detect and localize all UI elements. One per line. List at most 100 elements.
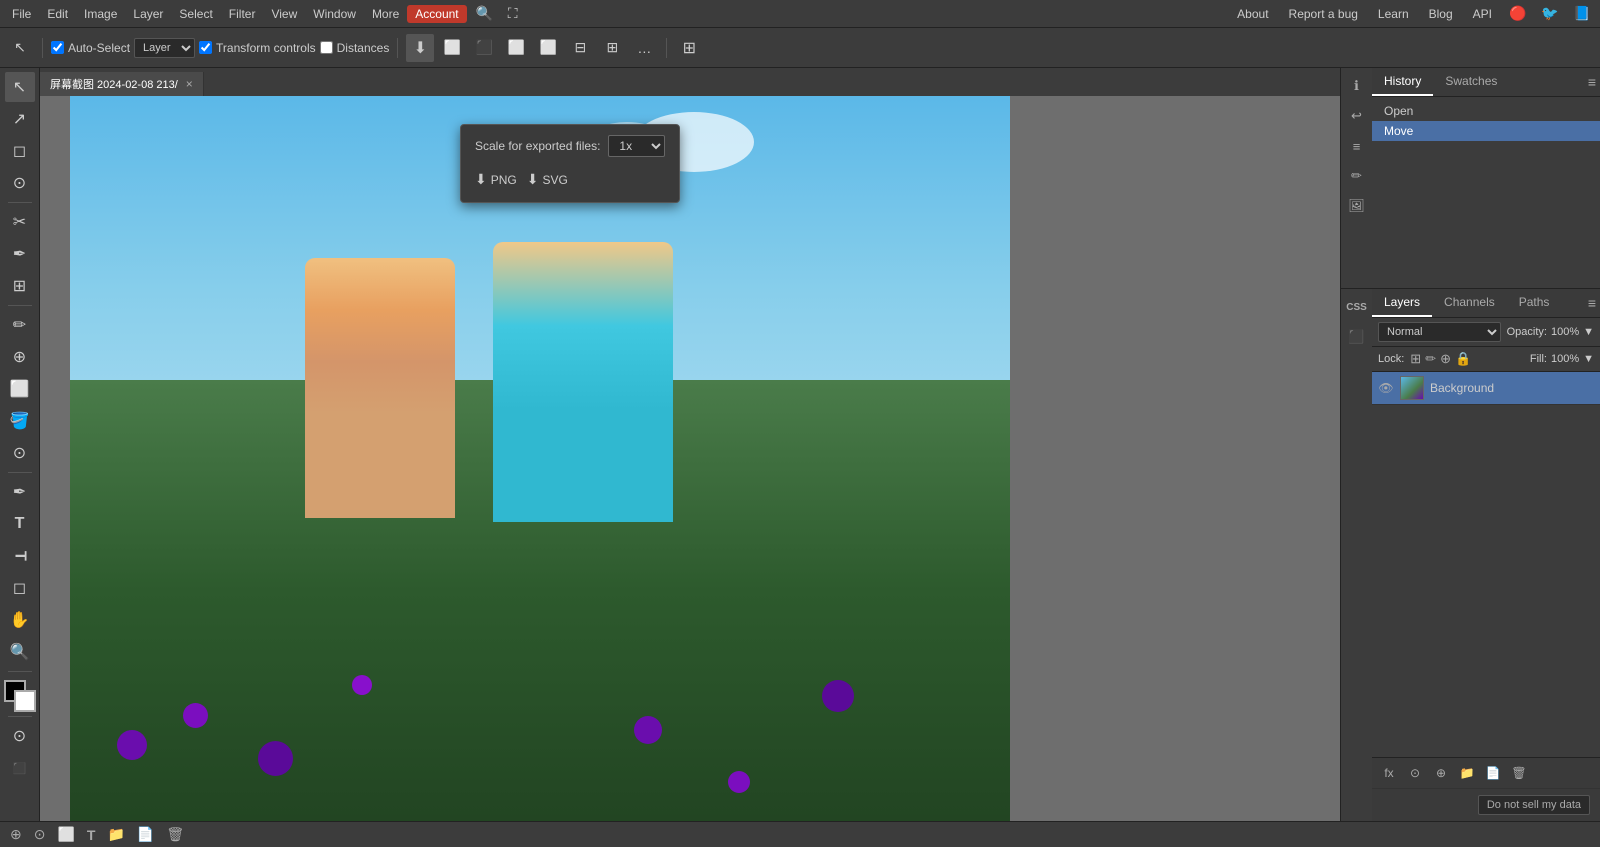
- search-icon[interactable]: 🔍: [471, 0, 499, 28]
- layer-new-btn[interactable]: 📄: [1482, 762, 1504, 784]
- tab-paths[interactable]: Paths: [1507, 289, 1562, 317]
- menu-item-layer[interactable]: Layer: [125, 5, 171, 23]
- menu-item-select[interactable]: Select: [171, 5, 220, 23]
- grid-view-btn[interactable]: ⊞: [675, 34, 703, 62]
- type-vertical-tool[interactable]: T: [5, 541, 35, 571]
- pen-tool[interactable]: ✒: [5, 477, 35, 507]
- opacity-value[interactable]: 100%: [1551, 326, 1579, 338]
- export-png-btn[interactable]: ⬇ PNG: [475, 167, 517, 192]
- export-download-btn[interactable]: ⬇: [406, 34, 434, 62]
- text-tool[interactable]: T: [5, 509, 35, 539]
- layer-visibility-icon[interactable]: 👁: [1378, 380, 1394, 396]
- menu-item-edit[interactable]: Edit: [39, 5, 76, 23]
- reddit-icon[interactable]: 🔴: [1504, 0, 1532, 28]
- move-tool-btn[interactable]: ↖: [6, 34, 34, 62]
- menu-item-file[interactable]: File: [4, 5, 39, 23]
- canvas-viewport[interactable]: Scale for exported files: 1x 0.5x 2x 3x …: [40, 96, 1340, 821]
- shape-tool[interactable]: ◻: [5, 573, 35, 603]
- export-scale-select[interactable]: 1x 0.5x 2x 3x: [608, 135, 665, 157]
- opacity-dropdown-icon[interactable]: ▼: [1583, 326, 1594, 338]
- history-icon-btn[interactable]: ↩: [1343, 102, 1371, 130]
- fill-tool[interactable]: 🪣: [5, 406, 35, 436]
- status-adjust-btn[interactable]: ⊕: [10, 826, 22, 843]
- layers-icon-btn[interactable]: ⬛: [1343, 323, 1371, 351]
- menu-item-api[interactable]: API: [1465, 5, 1500, 23]
- export-svg-btn[interactable]: ⬇ SVG: [527, 167, 568, 192]
- background-color[interactable]: [14, 690, 36, 712]
- facebook-icon[interactable]: 📘: [1568, 0, 1596, 28]
- lock-all-btn[interactable]: 🔒: [1455, 351, 1471, 367]
- align-right-btn[interactable]: ⬜: [502, 34, 530, 62]
- menu-item-image[interactable]: Image: [76, 5, 125, 23]
- history-item-move[interactable]: Move: [1372, 121, 1600, 141]
- menu-icon-btn[interactable]: ≡: [1343, 132, 1371, 160]
- eraser-tool[interactable]: ⬜: [5, 374, 35, 404]
- crop-tool[interactable]: ✂: [5, 207, 35, 237]
- menu-item-report-bug[interactable]: Report a bug: [1281, 5, 1366, 23]
- status-type-btn[interactable]: T: [87, 827, 96, 843]
- layer-adjustment-btn[interactable]: ⊕: [1430, 762, 1452, 784]
- maximize-icon[interactable]: ⛶: [499, 0, 527, 28]
- menu-item-window[interactable]: Window: [305, 5, 364, 23]
- color-swatches[interactable]: [4, 680, 36, 712]
- auto-select-checkbox[interactable]: [51, 41, 64, 54]
- layer-mask-btn[interactable]: ⊙: [1404, 762, 1426, 784]
- eyedropper-tool[interactable]: ✒: [5, 239, 35, 269]
- menu-item-more[interactable]: More: [364, 5, 407, 23]
- heal-tool[interactable]: ⊞: [5, 271, 35, 301]
- layer-folder-btn[interactable]: 📁: [1456, 762, 1478, 784]
- lock-transparent-btn[interactable]: ⊞: [1410, 351, 1421, 367]
- twitter-icon[interactable]: 🐦: [1536, 0, 1564, 28]
- clone-stamp-tool[interactable]: ⊕: [5, 342, 35, 372]
- transform-controls-checkbox[interactable]: [199, 41, 212, 54]
- select-tool[interactable]: ↗: [5, 104, 35, 134]
- menu-item-blog[interactable]: Blog: [1421, 5, 1461, 23]
- hand-tool[interactable]: ✋: [5, 605, 35, 635]
- status-folder-btn[interactable]: 📁: [107, 826, 124, 843]
- tab-layers[interactable]: Layers: [1372, 289, 1432, 317]
- menu-item-about[interactable]: About: [1229, 5, 1276, 23]
- status-new-btn[interactable]: 📄: [137, 826, 154, 843]
- lock-position-btn[interactable]: ⊕: [1440, 351, 1451, 367]
- status-delete-btn[interactable]: 🗑: [166, 826, 184, 843]
- layers-panel-menu-btn[interactable]: ≡: [1588, 295, 1596, 311]
- blend-mode-select[interactable]: Normal Multiply Screen Overlay: [1378, 322, 1501, 342]
- lasso-tool[interactable]: ⊙: [5, 168, 35, 198]
- zoom-tool[interactable]: 🔍: [5, 637, 35, 667]
- status-path-btn[interactable]: ⬜: [57, 826, 74, 843]
- quick-mask-btn[interactable]: ⊙: [5, 721, 35, 751]
- adjustments-icon-btn[interactable]: ✏: [1343, 162, 1371, 190]
- more-toolbar-btn[interactable]: …: [630, 34, 658, 62]
- fill-dropdown-icon[interactable]: ▼: [1583, 353, 1594, 365]
- distribute-h-btn[interactable]: ⊟: [566, 34, 594, 62]
- canvas-tab-main[interactable]: 屏幕截图 2024-02-08 213/ ×: [40, 72, 204, 96]
- css-properties-btn[interactable]: CSS: [1343, 293, 1371, 321]
- distances-checkbox-label[interactable]: Distances: [320, 41, 390, 55]
- align-top-btn[interactable]: ⬜: [534, 34, 562, 62]
- align-left-btn[interactable]: ⬜: [438, 34, 466, 62]
- brush-tool[interactable]: ✏: [5, 310, 35, 340]
- menu-item-filter[interactable]: Filter: [221, 5, 264, 23]
- layer-fx-btn[interactable]: fx: [1378, 762, 1400, 784]
- history-item-open[interactable]: Open: [1372, 101, 1600, 121]
- align-center-btn[interactable]: ⬛: [470, 34, 498, 62]
- properties-icon-btn[interactable]: ℹ: [1343, 72, 1371, 100]
- dont-sell-button[interactable]: Do not sell my data: [1478, 795, 1590, 815]
- menu-item-learn[interactable]: Learn: [1370, 5, 1417, 23]
- move-tool[interactable]: ↖: [5, 72, 35, 102]
- layer-delete-btn[interactable]: 🗑: [1508, 762, 1530, 784]
- lock-image-btn[interactable]: ✏: [1425, 351, 1436, 367]
- rect-marquee-tool[interactable]: ◻: [5, 136, 35, 166]
- canvas-tab-close[interactable]: ×: [186, 77, 193, 91]
- tab-channels[interactable]: Channels: [1432, 289, 1507, 317]
- layer-select[interactable]: Layer Group: [134, 38, 195, 58]
- fill-value[interactable]: 100%: [1551, 353, 1579, 365]
- layer-item-background[interactable]: 👁 Background: [1372, 372, 1600, 405]
- layer-name[interactable]: Background: [1430, 381, 1494, 395]
- auto-select-checkbox-label[interactable]: Auto-Select: [51, 41, 130, 55]
- tab-swatches[interactable]: Swatches: [1433, 68, 1509, 96]
- image-icon-btn[interactable]: 🖼: [1343, 192, 1371, 220]
- tab-history[interactable]: History: [1372, 68, 1433, 96]
- history-panel-menu-btn[interactable]: ≡: [1588, 74, 1596, 90]
- menu-item-view[interactable]: View: [263, 5, 305, 23]
